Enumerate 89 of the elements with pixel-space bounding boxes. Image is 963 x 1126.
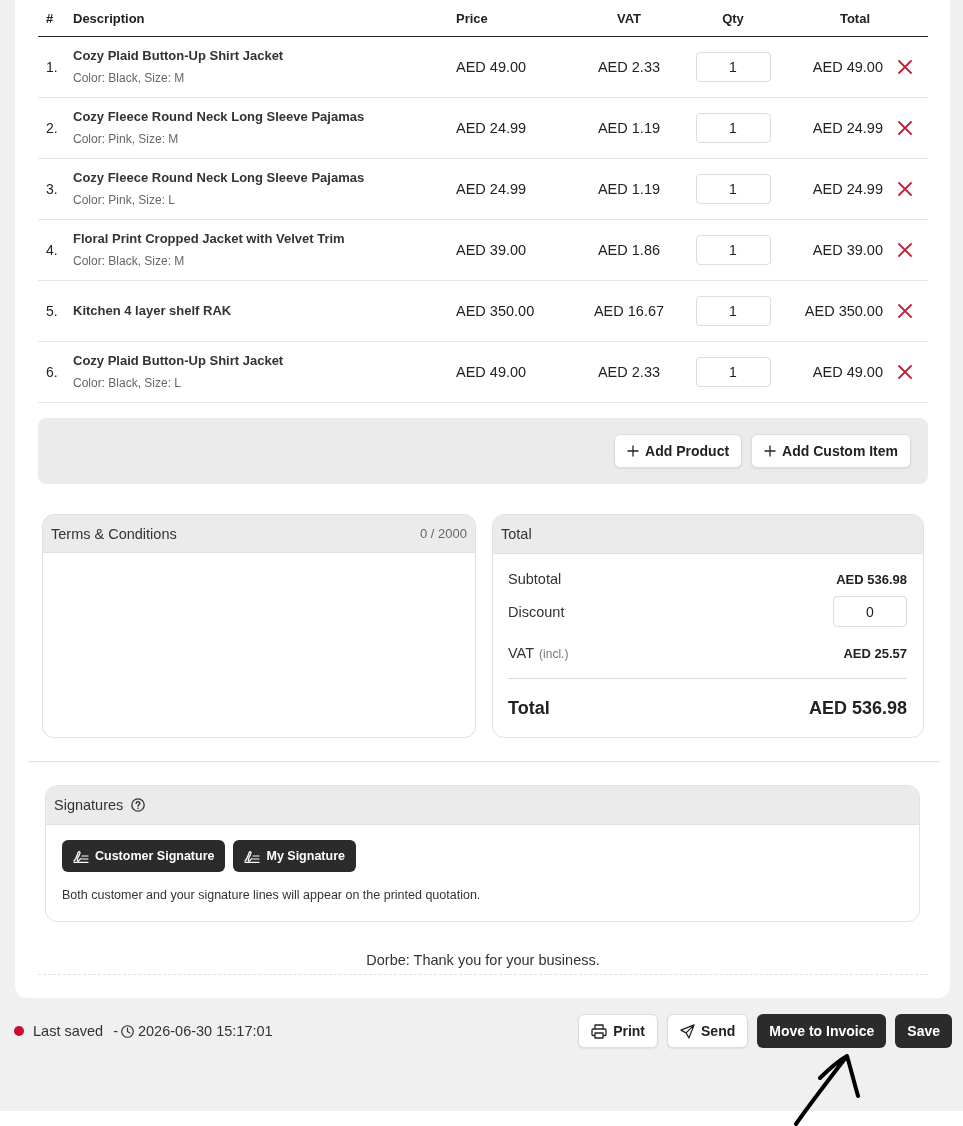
panel-title: Terms & Conditions <box>51 525 177 542</box>
vat-cell: AED 1.19 <box>597 120 661 136</box>
vat-cell: AED 1.86 <box>597 242 661 258</box>
product-name: Cozy Plaid Button-Up Shirt Jacket <box>73 48 284 64</box>
add-button[interactable]: Add Custom Item <box>751 434 911 468</box>
footer-note: Dorbe: Thank you for your business. <box>366 952 600 968</box>
product-variant: Color: Black, Size: M <box>73 253 185 269</box>
quantity-field[interactable]: 1 <box>695 235 771 265</box>
vat-cell: AED 2.33 <box>597 59 661 75</box>
row-number: 6. <box>46 364 58 380</box>
vat-cell: AED 2.33 <box>597 364 661 380</box>
action-button[interactable]: Print <box>578 1014 659 1048</box>
column-header: # <box>46 10 54 26</box>
vat-note: (incl.) <box>539 647 569 661</box>
line-total: AED 24.99 <box>812 120 883 136</box>
vat-label: VAT <box>508 645 535 661</box>
save-status: Last saved <box>33 1023 104 1039</box>
plus-icon <box>764 445 777 457</box>
product-variant: Color: Black, Size: L <box>73 375 182 391</box>
line-total: AED 49.00 <box>812 364 883 380</box>
product-variant: Color: Black, Size: M <box>73 70 185 86</box>
saved-timestamp: 2026-06-30 15:17:01 <box>138 1023 273 1039</box>
product-variant: Color: Pink, Size: L <box>73 192 176 208</box>
price-cell: AED 49.00 <box>456 59 527 75</box>
send-icon <box>680 1023 696 1039</box>
row-number: 1. <box>46 59 58 75</box>
quantity-field[interactable]: 1 <box>695 174 771 204</box>
delete-icon[interactable] <box>898 243 912 257</box>
column-header: VAT <box>616 10 642 26</box>
delete-icon[interactable] <box>898 304 912 318</box>
panel-title: Signatures <box>54 797 124 813</box>
row-number: 4. <box>46 242 58 258</box>
terms-field[interactable] <box>42 553 476 738</box>
column-header: Qty <box>722 10 744 26</box>
quantity-field[interactable]: 1 <box>695 113 771 143</box>
printer-icon <box>591 1023 608 1039</box>
delete-icon[interactable] <box>898 60 912 74</box>
total-label: Total <box>508 697 550 719</box>
product-name: Floral Print Cropped Jacket with Velvet Trim <box>73 231 345 247</box>
add-button[interactable]: Add Product <box>614 434 743 468</box>
signature-button[interactable]: Customer Signature <box>62 840 226 872</box>
status-dot-icon <box>14 1026 24 1036</box>
signature-note: Both customer and your signature lines will appear on the printed quotation. <box>62 887 482 903</box>
subtotal-label: Subtotal <box>508 571 562 587</box>
price-cell: AED 49.00 <box>456 364 527 380</box>
plus-icon <box>627 445 640 457</box>
row-number: 5. <box>46 303 58 319</box>
separator: - <box>113 1023 118 1039</box>
action-button[interactable]: Move to Invoice <box>757 1014 887 1048</box>
action-button[interactable]: Send <box>667 1014 749 1048</box>
help-icon[interactable] <box>131 798 146 812</box>
line-total: AED 39.00 <box>812 242 883 258</box>
subtotal-value: AED 536.98 <box>836 571 907 587</box>
product-name: Cozy Fleece Round Neck Long Sleeve Pajamas <box>73 109 365 125</box>
vat-cell: AED 16.67 <box>593 303 665 319</box>
price-cell: AED 24.99 <box>456 120 527 136</box>
product-name: Cozy Plaid Button-Up Shirt Jacket <box>73 353 284 369</box>
row-number: 3. <box>46 181 58 197</box>
line-total: AED 49.00 <box>812 59 883 75</box>
signature-button[interactable]: My Signature <box>233 840 356 872</box>
product-name: Cozy Fleece Round Neck Long Sleeve Pajamas <box>73 170 365 186</box>
line-total: AED 350.00 <box>804 303 883 319</box>
quantity-field[interactable]: 1 <box>695 296 771 326</box>
delete-icon[interactable] <box>898 365 912 379</box>
quantity-field[interactable]: 1 <box>695 357 771 387</box>
column-header: Total <box>839 10 871 26</box>
row-number: 2. <box>46 120 58 136</box>
signature-icon <box>73 849 89 863</box>
product-variant: Color: Pink, Size: M <box>73 131 179 147</box>
discount-field[interactable]: 0 <box>833 596 907 627</box>
total-value: AED 536.98 <box>808 697 907 719</box>
line-total: AED 24.99 <box>812 181 883 197</box>
delete-icon[interactable] <box>898 182 912 196</box>
signature-icon <box>244 849 261 863</box>
clock-icon <box>121 1024 134 1038</box>
quantity-field[interactable]: 1 <box>695 52 771 82</box>
action-button[interactable]: Save <box>895 1014 952 1048</box>
delete-icon[interactable] <box>898 121 912 135</box>
price-cell: AED 24.99 <box>456 181 527 197</box>
column-header: Description <box>73 10 145 26</box>
discount-label: Discount <box>508 603 565 620</box>
price-cell: AED 350.00 <box>456 303 535 319</box>
vat-cell: AED 1.19 <box>597 181 661 197</box>
panel-title: Total <box>501 526 532 542</box>
vat-value: AED 25.57 <box>843 645 907 661</box>
price-cell: AED 39.00 <box>456 242 527 258</box>
column-header: Price <box>456 10 488 26</box>
product-name: Kitchen 4 layer shelf RAK <box>73 303 232 319</box>
character-counter: 0 / 2000 <box>420 526 467 541</box>
